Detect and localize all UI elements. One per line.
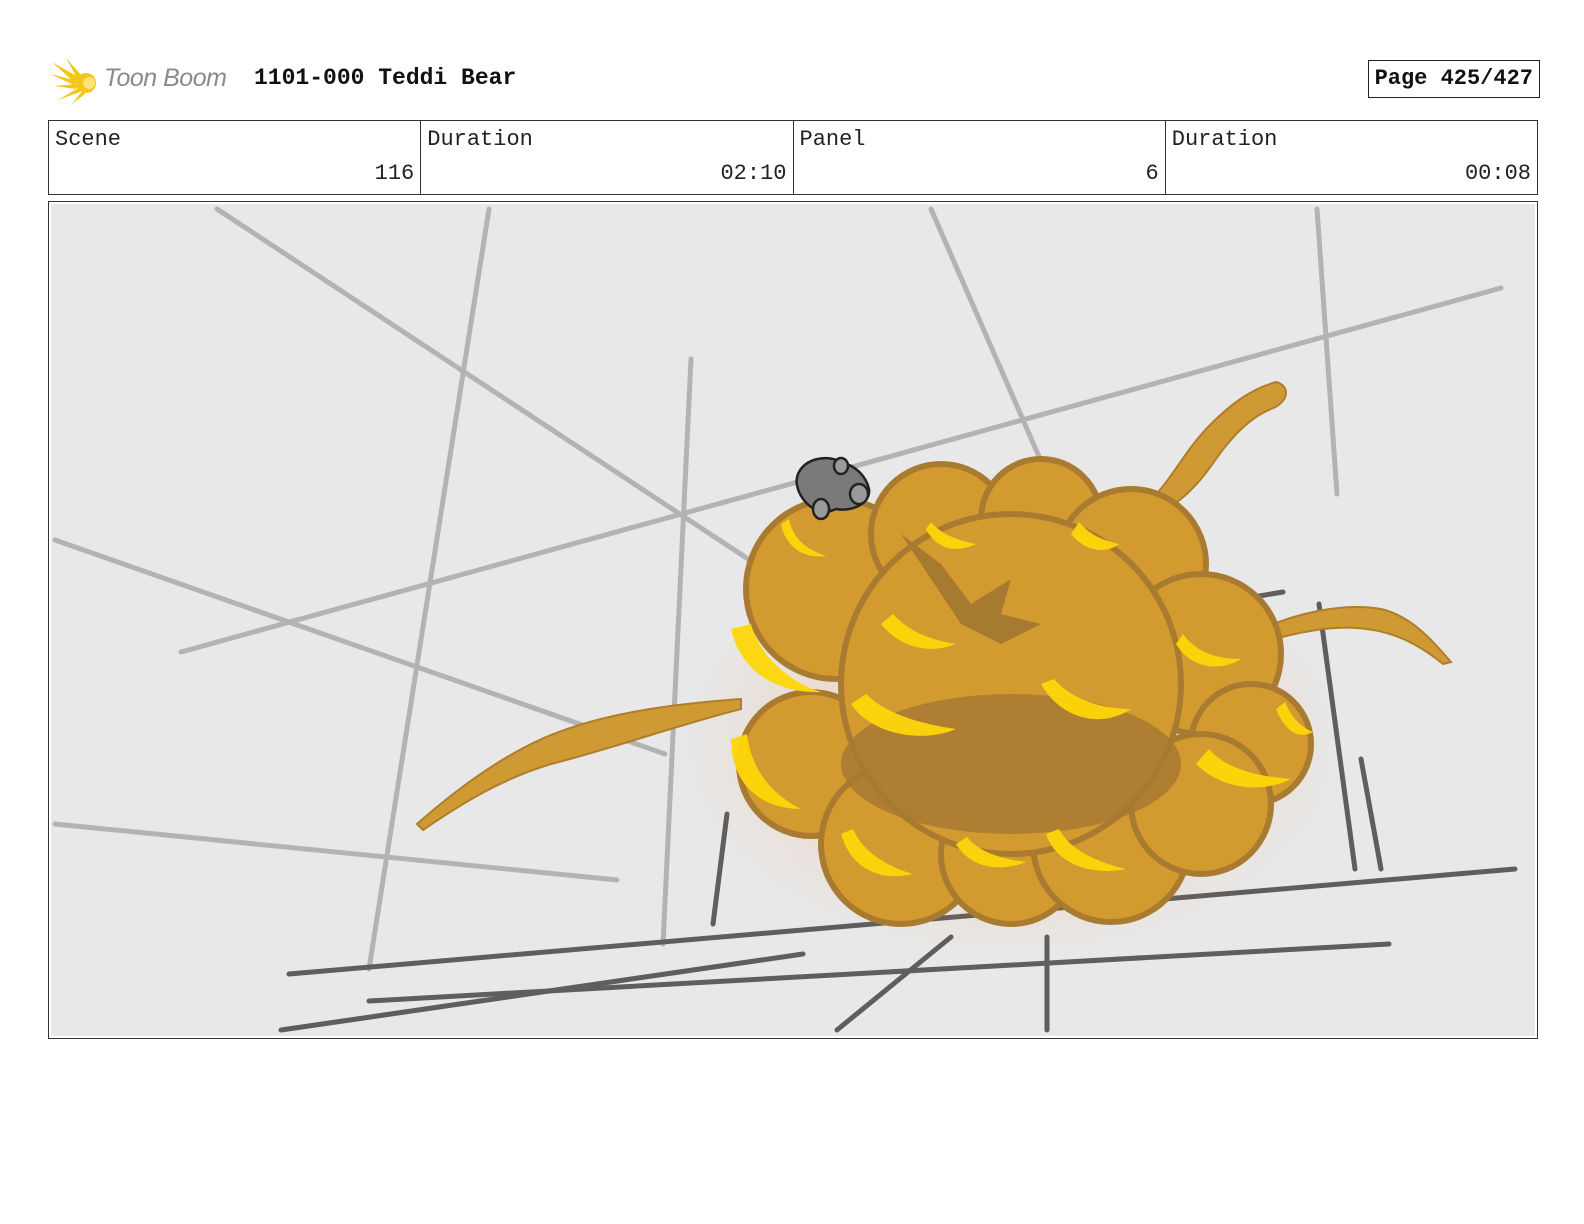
storyboard-panel [48,201,1538,1039]
panel-artwork [51,204,1535,1036]
scene-label: Scene [55,127,122,152]
page-number: Page 425/427 [1367,60,1540,98]
scene-value: 116 [374,161,415,186]
panel-duration-label: Duration [1171,127,1278,152]
panel-duration-cell: Duration 00:08 [1166,121,1537,194]
sparkle-burst-icon [50,58,96,104]
page-header: Toon Boom 1101-000 Teddi Bear Page 425/4… [50,56,1540,106]
panel-duration-value: 00:08 [1464,161,1531,186]
project-title: 1101-000 Teddi Bear [254,65,517,91]
scene-duration-value: 02:10 [720,161,787,186]
panel-value: 6 [1145,161,1159,186]
scene-cell: Scene 116 [49,121,422,194]
toon-boom-logo: Toon Boom [50,56,240,106]
scene-duration-cell: Duration 02:10 [421,121,794,194]
panel-cell: Panel 6 [794,121,1166,194]
scene-duration-label: Duration [427,127,533,152]
scene-info-table: Scene 116 Duration 02:10 Panel 6 Duratio… [48,120,1538,195]
logo-text: Toon Boom [104,64,227,92]
panel-label: Panel [799,127,866,152]
